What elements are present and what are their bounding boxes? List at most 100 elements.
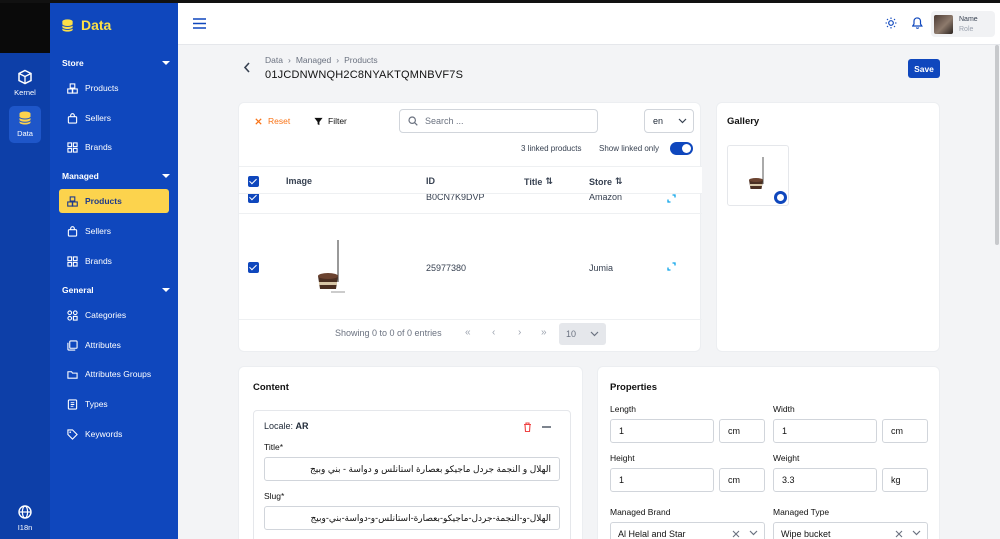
type-select[interactable]: Wipe bucket <box>773 522 928 539</box>
sidebar-item-categories[interactable]: Categories <box>59 303 169 327</box>
brand-label: Managed Brand <box>610 507 671 517</box>
product-thumbnail <box>749 157 764 189</box>
breadcrumb-item[interactable]: Managed <box>296 55 331 65</box>
row-divider <box>239 213 702 214</box>
sidebar-item-store-sellers[interactable]: Sellers <box>59 106 169 130</box>
bag-icon <box>67 225 78 237</box>
column-store[interactable]: Store ⇅ <box>589 176 623 187</box>
length-label: Length <box>610 404 636 414</box>
section-title: Store <box>62 58 84 68</box>
content-title: Content <box>253 382 289 393</box>
column-label: Image <box>286 176 313 186</box>
expand-icon[interactable] <box>667 194 676 203</box>
width-input[interactable]: 1 <box>773 419 877 443</box>
clear-icon[interactable] <box>895 530 903 538</box>
rail-item-kernel[interactable]: Kernel <box>0 65 50 102</box>
database-icon <box>19 111 31 125</box>
sidebar-item-types[interactable]: Types <box>59 392 169 416</box>
section-store[interactable]: Store <box>62 58 170 68</box>
select-all-checkbox[interactable] <box>248 176 259 187</box>
filter-icon <box>314 117 323 125</box>
content-card: Content Locale: AR Title* الهلال و النجم… <box>238 366 583 539</box>
column-image: Image <box>286 176 312 186</box>
prev-page-button[interactable]: ‹ <box>492 327 495 338</box>
locale-label: Locale: <box>264 421 294 431</box>
boxes-icon <box>67 82 78 94</box>
language-value: en <box>653 116 664 126</box>
filter-label: Filter <box>328 116 347 126</box>
section-general[interactable]: General <box>62 285 170 295</box>
search-box[interactable] <box>399 109 598 133</box>
sidebar-item-keywords[interactable]: Keywords <box>59 422 169 446</box>
next-page-button[interactable]: › <box>518 327 521 338</box>
last-page-button[interactable]: » <box>541 327 547 338</box>
chevron-down-icon <box>678 118 687 124</box>
height-unit[interactable]: cm <box>719 468 765 492</box>
width-unit[interactable]: cm <box>882 419 928 443</box>
tag-icon <box>67 428 78 440</box>
grid-icon <box>67 255 78 267</box>
sidebar-item-managed-sellers[interactable]: Sellers <box>59 219 169 243</box>
page-scrollbar[interactable] <box>995 45 999 245</box>
user-menu[interactable]: Name Role <box>931 11 995 37</box>
folder-icon <box>67 370 78 379</box>
collapse-icon[interactable] <box>542 426 551 428</box>
language-select[interactable]: en <box>644 109 694 133</box>
filter-button[interactable]: Filter <box>314 116 347 126</box>
chevron-down-icon <box>162 288 170 292</box>
length-input[interactable]: 1 <box>610 419 714 443</box>
clear-icon[interactable] <box>732 530 740 538</box>
rail-item-label: Data <box>17 129 33 138</box>
weight-input[interactable]: 3.3 <box>773 468 877 492</box>
slug-field[interactable]: الهلال-و-النجمة-جردل-ماجيكو-بعصارة-استان… <box>264 506 560 530</box>
gallery-card: Gallery <box>716 102 940 352</box>
per-page-select[interactable]: 10 <box>559 323 606 345</box>
bell-icon[interactable] <box>912 17 923 29</box>
trash-icon[interactable] <box>523 422 532 432</box>
show-linked-label: Show linked only <box>599 144 660 153</box>
sidebar-item-store-products[interactable]: Products <box>59 76 169 100</box>
save-button[interactable]: Save <box>908 59 940 78</box>
nav-label: Sellers <box>85 226 111 236</box>
row-checkbox[interactable] <box>248 262 259 273</box>
rail-item-label: Kernel <box>14 88 36 97</box>
reset-button[interactable]: Reset <box>254 116 290 126</box>
sidebar-item-managed-products[interactable]: Products <box>59 189 169 213</box>
sidebar-item-managed-brands[interactable]: Brands <box>59 249 169 273</box>
sidebar-item-store-brands[interactable]: Brands <box>59 135 169 159</box>
primary-image-radio[interactable] <box>774 191 787 204</box>
back-arrow-icon[interactable] <box>243 62 251 73</box>
title-field[interactable]: الهلال و النجمة جردل ماجيكو بعصارة استان… <box>264 457 560 481</box>
section-title: General <box>62 285 94 295</box>
first-page-button[interactable]: « <box>465 327 471 338</box>
weight-unit[interactable]: kg <box>882 468 928 492</box>
locale-value: AR <box>295 421 309 431</box>
gallery-title: Gallery <box>727 116 760 127</box>
menu-icon[interactable] <box>193 18 206 29</box>
nav-label: Keywords <box>85 429 123 439</box>
chevron-down-icon <box>162 174 170 178</box>
bag-icon <box>67 112 78 124</box>
column-title[interactable]: Title ⇅ <box>524 176 553 187</box>
length-unit[interactable]: cm <box>719 419 765 443</box>
section-managed[interactable]: Managed <box>62 171 170 181</box>
expand-icon[interactable] <box>667 262 676 271</box>
breadcrumb-item[interactable]: Data <box>265 55 283 65</box>
show-linked-toggle[interactable] <box>670 142 693 155</box>
rail-item-data[interactable]: Data <box>0 106 50 143</box>
title-label: Title* <box>264 442 284 452</box>
gallery-image[interactable] <box>727 145 789 206</box>
sidebar-item-attributes[interactable]: Attributes <box>59 333 169 357</box>
boxes-icon <box>67 195 78 207</box>
search-input[interactable] <box>425 116 585 126</box>
pagination-info: Showing 0 to 0 of 0 entries <box>335 328 442 338</box>
sidebar-item-attributes-groups[interactable]: Attributes Groups <box>59 362 169 386</box>
nav-label: Attributes <box>85 340 121 350</box>
brand-select[interactable]: Al Helal and Star <box>610 522 765 539</box>
per-page-value: 10 <box>566 329 577 339</box>
breadcrumb-item[interactable]: Products <box>344 55 378 65</box>
sun-icon[interactable] <box>885 17 897 29</box>
rail-item-i18n[interactable]: I18n <box>0 500 50 537</box>
height-input[interactable]: 1 <box>610 468 714 492</box>
user-role: Role <box>959 25 974 33</box>
